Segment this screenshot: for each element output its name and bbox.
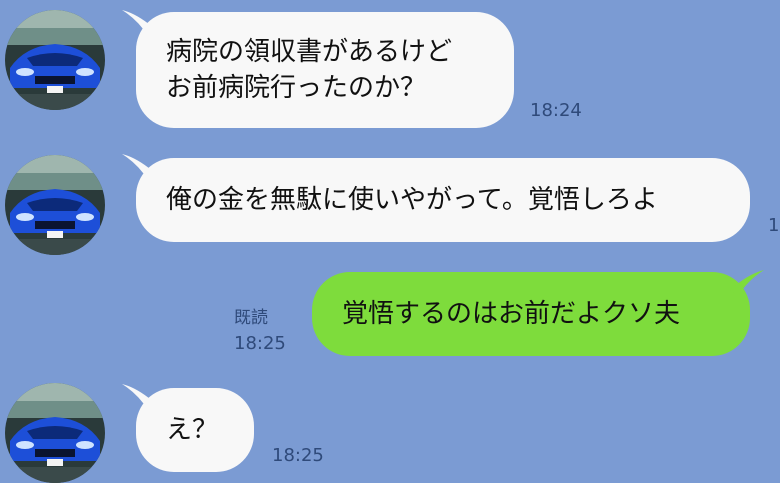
read-receipt: 既読 — [234, 308, 268, 328]
sports-car-avatar-icon — [5, 155, 105, 255]
sports-car-avatar-icon — [5, 10, 105, 110]
message-text: 覚悟するのはお前だよクソ夫 — [342, 299, 681, 329]
message-text-line: 病院の領収書があるけど — [166, 37, 453, 67]
message-bubble-incoming[interactable]: え？ — [136, 388, 254, 472]
message-bubble-outgoing[interactable]: 覚悟するのはお前だよクソ夫 — [312, 272, 750, 356]
message-timestamp: 1 — [768, 215, 780, 236]
message-timestamp: 18:25 — [272, 445, 324, 466]
message-text-line: お前病院行ったのか？ — [166, 73, 427, 103]
message-text: 俺の金を無駄に使いやがって。覚悟しろよ — [166, 185, 658, 215]
bubble-tail — [730, 270, 764, 296]
sender-avatar[interactable] — [5, 155, 105, 255]
chat-thread[interactable]: 病院の領収書があるけど お前病院行ったのか？ 18:24 俺の金を無駄に使いやが… — [0, 0, 780, 483]
message-timestamp: 18:25 — [234, 333, 286, 354]
sender-avatar[interactable] — [5, 10, 105, 110]
message-text: え？ — [166, 415, 219, 445]
message-bubble-incoming[interactable]: 病院の領収書があるけど お前病院行ったのか？ — [136, 12, 514, 128]
message-timestamp: 18:24 — [530, 100, 582, 121]
sports-car-avatar-icon — [5, 383, 105, 483]
sender-avatar[interactable] — [5, 383, 105, 483]
message-bubble-incoming[interactable]: 俺の金を無駄に使いやがって。覚悟しろよ — [136, 158, 750, 242]
